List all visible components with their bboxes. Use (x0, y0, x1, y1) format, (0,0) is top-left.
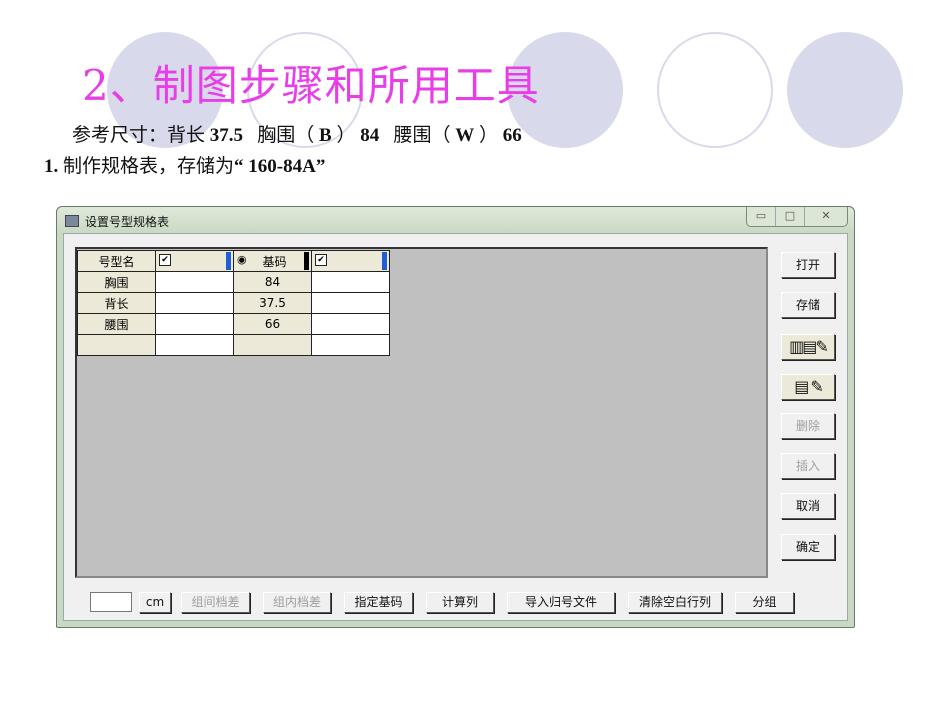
table-row: 胸围 84 (77, 271, 390, 293)
unit-button[interactable]: cm (139, 592, 171, 613)
decor-circle (787, 32, 903, 148)
window-icon (65, 215, 79, 227)
header-size-name: 号型名 (77, 250, 156, 272)
table-column-edit-icon: ▥▤✎ (789, 337, 829, 356)
close-button[interactable]: ✕ (805, 207, 847, 226)
value-input[interactable] (90, 592, 132, 612)
table-row (77, 334, 390, 356)
insert-button[interactable]: 插入 (781, 453, 835, 479)
size-grid[interactable]: 号型名 ✔ ◉ 基码 ✔ 胸围 84 背长 37.5 腰围 66 (75, 247, 768, 578)
intra-group-grade-button[interactable]: 组内档差 (263, 592, 331, 613)
checkbox-icon[interactable]: ✔ (315, 254, 327, 266)
cell[interactable] (311, 292, 390, 314)
clear-empty-button[interactable]: 清除空白行列 (628, 592, 722, 613)
decor-circle (657, 32, 773, 148)
cell[interactable] (155, 292, 234, 314)
row-name: 背长 (77, 292, 156, 314)
maximize-button[interactable]: □ (776, 207, 805, 226)
title-bar: 设置号型规格表 ▭ □ ✕ (57, 207, 854, 233)
table-row-edit-icon: ▤ ✎ (794, 377, 824, 396)
table-row: 腰围 66 (77, 313, 390, 335)
cell[interactable] (155, 313, 234, 335)
insert-row-button[interactable]: ▤ ✎ (781, 374, 835, 400)
base-cell[interactable] (233, 334, 312, 356)
cell[interactable] (155, 271, 234, 293)
base-cell[interactable]: 84 (233, 271, 312, 293)
open-button[interactable]: 打开 (781, 252, 835, 278)
base-cell[interactable]: 66 (233, 313, 312, 335)
cell[interactable] (311, 271, 390, 293)
group-button[interactable]: 分组 (735, 592, 794, 613)
import-file-button[interactable]: 导入归号文件 (507, 592, 615, 613)
dialog-title: 设置号型规格表 (85, 215, 170, 229)
size-spec-dialog: 设置号型规格表 ▭ □ ✕ 号型名 ✔ ◉ 基码 ✔ 胸围 84 背长 37.5 腰围 66… (56, 206, 855, 628)
cell[interactable] (155, 334, 234, 356)
ok-button[interactable]: 确定 (781, 534, 835, 560)
header-base[interactable]: ◉ 基码 (233, 250, 312, 272)
table-row: 背长 37.5 (77, 292, 390, 314)
insert-column-button[interactable]: ▥▤✎ (781, 334, 835, 360)
cell[interactable] (311, 313, 390, 335)
inter-group-grade-button[interactable]: 组间档差 (181, 592, 250, 613)
base-label: 基码 (262, 254, 287, 269)
radio-icon[interactable]: ◉ (237, 253, 247, 266)
header-col-1[interactable]: ✔ (155, 250, 234, 272)
header-col-3[interactable]: ✔ (311, 250, 390, 272)
checkbox-icon[interactable]: ✔ (159, 254, 171, 266)
cell[interactable] (311, 334, 390, 356)
cancel-button[interactable]: 取消 (781, 493, 835, 519)
slide-title: 2、制图步骤和所用工具 (82, 61, 540, 110)
save-button[interactable]: 存储 (781, 292, 835, 318)
row-name: 腰围 (77, 313, 156, 335)
calculate-column-button[interactable]: 计算列 (426, 592, 494, 613)
base-cell[interactable]: 37.5 (233, 292, 312, 314)
minimize-button[interactable]: ▭ (747, 207, 776, 226)
reference-sizes: 参考尺寸：背长 37.5 胸围（ B ） 84 腰围（ W ） 66 (72, 125, 522, 146)
step-1: 1. 制作规格表，存储为“ 160-84A” (44, 156, 326, 177)
row-name (77, 334, 156, 356)
delete-button[interactable]: 删除 (781, 413, 835, 439)
set-base-size-button[interactable]: 指定基码 (344, 592, 413, 613)
row-name: 胸围 (77, 271, 156, 293)
